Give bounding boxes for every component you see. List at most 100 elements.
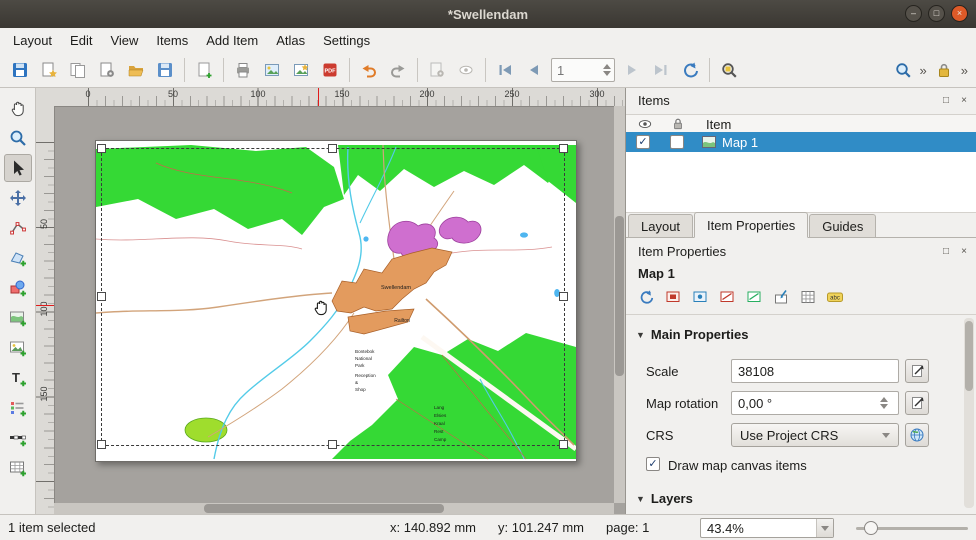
scale-data-defined-button[interactable] — [905, 359, 929, 383]
set-scale-from-canvas-button[interactable] — [715, 285, 739, 309]
item-lock-checkbox[interactable] — [670, 135, 684, 149]
menu-settings[interactable]: Settings — [314, 30, 379, 51]
crs-select-button[interactable] — [905, 423, 929, 447]
zoom-tools-overflow[interactable]: » — [918, 63, 929, 78]
save-button[interactable] — [6, 56, 34, 84]
labeling-settings-button[interactable]: abc — [823, 285, 847, 309]
layout-page[interactable]: Swellendam Railton Bontebok National Par… — [95, 140, 577, 462]
resize-handle-e[interactable] — [559, 292, 568, 301]
properties-scrollbar[interactable] — [964, 318, 974, 508]
layout-manager-button[interactable] — [93, 56, 121, 84]
update-preview-button[interactable] — [634, 285, 658, 309]
previous-feature-button[interactable] — [520, 56, 548, 84]
tab-item-properties[interactable]: Item Properties — [694, 212, 808, 238]
atlas-page-spin[interactable] — [603, 64, 615, 76]
zoom-level-combobox[interactable]: 43.4% — [700, 518, 834, 538]
layout-viewport[interactable]: Swellendam Railton Bontebok National Par… — [54, 106, 625, 514]
last-feature-button[interactable] — [647, 56, 675, 84]
pan-tool-button[interactable] — [4, 94, 32, 122]
edit-nodes-tool-button[interactable] — [4, 214, 32, 242]
atlas-settings-button[interactable] — [423, 56, 451, 84]
menu-view[interactable]: View — [101, 30, 147, 51]
menu-edit[interactable]: Edit — [61, 30, 101, 51]
zoom-slider-handle[interactable] — [864, 521, 878, 535]
resize-handle-nw[interactable] — [97, 144, 106, 153]
zoom-tools-button[interactable] — [889, 56, 917, 84]
tab-layout[interactable]: Layout — [628, 214, 693, 237]
item-visibility-checkbox[interactable]: ✓ — [636, 135, 650, 149]
set-canvas-from-scale-button[interactable] — [742, 285, 766, 309]
export-svg-button[interactable] — [287, 56, 315, 84]
maximize-button[interactable]: □ — [928, 5, 945, 22]
add-picture-tool-button[interactable] — [4, 334, 32, 362]
resize-handle-se[interactable] — [559, 440, 568, 449]
float-panel-icon: □ — [943, 95, 949, 106]
lock-panels-overflow[interactable]: » — [959, 63, 970, 78]
print-button[interactable] — [229, 56, 257, 84]
float-panel-button[interactable]: □ — [939, 244, 953, 258]
export-image-button[interactable] — [258, 56, 286, 84]
resize-handle-w[interactable] — [97, 292, 106, 301]
refresh-view-button[interactable] — [676, 56, 704, 84]
menu-items[interactable]: Items — [147, 30, 197, 51]
canvas-horizontal-scrollbar[interactable] — [54, 503, 614, 514]
view-extent-in-canvas-button[interactable] — [688, 285, 712, 309]
crs-dropdown[interactable]: Use Project CRS — [731, 423, 899, 447]
select-move-item-tool-button[interactable] — [4, 154, 32, 182]
add-label-tool-button[interactable]: T — [4, 364, 32, 392]
interactive-edit-extent-button[interactable] — [769, 285, 793, 309]
new-layout-button[interactable] — [35, 56, 63, 84]
redo-button[interactable] — [384, 56, 412, 84]
save-as-template-button[interactable] — [151, 56, 179, 84]
zoom-dropdown-button[interactable] — [816, 519, 833, 537]
close-panel-button[interactable]: × — [957, 93, 971, 107]
float-panel-button[interactable]: □ — [939, 93, 953, 107]
duplicate-layout-button[interactable] — [64, 56, 92, 84]
move-item-content-tool-button[interactable] — [4, 184, 32, 212]
scrollbar-thumb[interactable] — [965, 321, 973, 391]
add-map-tool-button[interactable] — [4, 304, 32, 332]
grid-settings-button[interactable] — [796, 285, 820, 309]
add-attribute-table-tool-button[interactable] — [4, 454, 32, 482]
tab-guides[interactable]: Guides — [809, 214, 876, 237]
map-rotation-spinbox[interactable]: 0,00 ° — [731, 391, 899, 415]
lock-panels-button[interactable] — [930, 56, 958, 84]
add-shape-tool-button[interactable] — [4, 274, 32, 302]
items-list[interactable]: ✓ Map 1 — [626, 132, 976, 213]
export-pdf-button[interactable]: PDF — [316, 56, 344, 84]
draw-map-canvas-items-checkbox[interactable]: ✓ — [646, 457, 660, 471]
add-node-item-tool-button[interactable] — [4, 244, 32, 272]
main-properties-group-header[interactable]: ▼ Main Properties — [636, 327, 748, 342]
close-button[interactable]: × — [951, 5, 968, 22]
menu-layout[interactable]: Layout — [4, 30, 61, 51]
menu-atlas[interactable]: Atlas — [267, 30, 314, 51]
undo-button[interactable] — [355, 56, 383, 84]
zoom-slider[interactable] — [856, 527, 968, 530]
resize-handle-sw[interactable] — [97, 440, 106, 449]
scrollbar-thumb[interactable] — [615, 216, 624, 376]
menu-add-item[interactable]: Add Item — [197, 30, 267, 51]
atlas-page-input[interactable] — [552, 62, 603, 79]
zoom-tool-button[interactable] — [4, 124, 32, 152]
canvas-vertical-scrollbar[interactable] — [614, 106, 625, 503]
rotation-spin-buttons[interactable] — [880, 397, 892, 409]
set-extent-from-canvas-button[interactable] — [661, 285, 685, 309]
open-button[interactable] — [122, 56, 150, 84]
scale-input[interactable]: 38108 — [731, 359, 899, 383]
rotation-data-defined-button[interactable] — [905, 391, 929, 415]
add-pages-button[interactable] — [190, 56, 218, 84]
add-legend-tool-button[interactable] — [4, 394, 32, 422]
close-panel-button[interactable]: × — [957, 244, 971, 258]
zoom-full-button[interactable] — [715, 56, 743, 84]
preview-atlas-button[interactable] — [452, 56, 480, 84]
layers-group-header[interactable]: ▼ Layers — [636, 491, 693, 506]
resize-handle-n[interactable] — [328, 144, 337, 153]
add-scalebar-tool-button[interactable] — [4, 424, 32, 452]
scrollbar-thumb[interactable] — [204, 504, 444, 513]
next-feature-button[interactable] — [618, 56, 646, 84]
minimize-button[interactable]: – — [905, 5, 922, 22]
resize-handle-ne[interactable] — [559, 144, 568, 153]
first-feature-button[interactable] — [491, 56, 519, 84]
item-row-map1[interactable]: ✓ Map 1 — [626, 132, 976, 152]
resize-handle-s[interactable] — [328, 440, 337, 449]
